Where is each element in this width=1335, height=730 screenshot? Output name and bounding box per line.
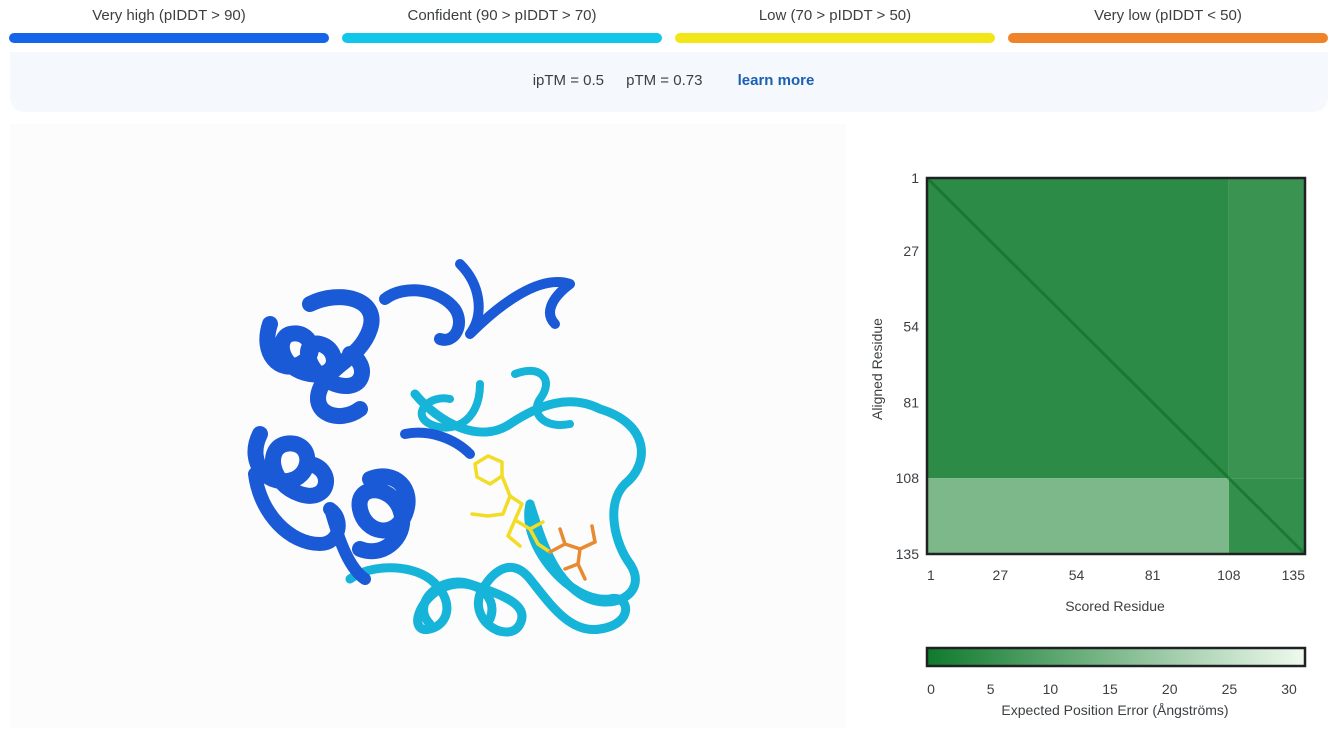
legend-swatch [1008, 33, 1328, 43]
y-axis-label: Aligned Residue [869, 318, 885, 420]
x-axis-ticks: 1 27 54 81 108 135 [927, 567, 1305, 583]
x-tick-label: 135 [1282, 567, 1306, 583]
legend-swatch [342, 33, 662, 43]
ptm-value: pTM = 0.73 [626, 72, 703, 89]
plddt-legend: Very high (pIDDT > 90) Confident (90 > p… [0, 0, 1335, 44]
legend-label: Low (70 > pIDDT > 50) [758, 7, 912, 24]
x-tick-label: 1 [927, 567, 935, 583]
phosphate-bond [558, 527, 567, 546]
legend-low: Low (70 > pIDDT > 50) [675, 0, 995, 43]
structure-viewer[interactable] [10, 124, 846, 728]
colorbar-label: Expected Position Error (Ångströms) [1001, 702, 1228, 718]
colorbar-tick-label: 25 [1222, 681, 1238, 697]
legend-very-high: Very high (pIDDT > 90) [9, 0, 329, 43]
y-tick-label: 108 [896, 470, 920, 486]
colorbar-tick-label: 20 [1162, 681, 1178, 697]
legend-label: Very high (pIDDT > 90) [92, 7, 246, 24]
pae-colorbar [925, 646, 1307, 668]
ligand-bond [473, 454, 504, 486]
y-tick-label: 1 [911, 170, 919, 186]
x-tick-label: 108 [1217, 567, 1241, 583]
legend-confident: Confident (90 > pIDDT > 70) [342, 0, 662, 43]
helix-segment [351, 468, 416, 560]
legend-swatch [9, 33, 329, 43]
x-axis-label: Scored Residue [1065, 598, 1165, 614]
colorbar-tick-label: 10 [1043, 681, 1059, 697]
colorbar-tick-label: 30 [1281, 681, 1297, 697]
helix-segment [379, 284, 465, 346]
phosphate-bond [576, 562, 587, 581]
protein-cartoon [247, 259, 646, 637]
colorbar-tick-label: 15 [1102, 681, 1118, 697]
learn-more-link[interactable]: learn more [738, 72, 815, 90]
x-tick-label: 81 [1145, 567, 1161, 583]
helix-segment [247, 426, 334, 504]
iptm-value: ipTM = 0.5 [532, 72, 604, 89]
helix-segment [455, 259, 575, 339]
x-tick-label: 27 [993, 567, 1009, 583]
legend-very-low: Very low (pIDDT < 50) [1008, 0, 1328, 43]
pae-block [927, 478, 1229, 554]
loop-segment [419, 499, 631, 637]
colorbar-tick-label: 0 [927, 681, 935, 697]
loop-segment [345, 563, 497, 634]
colorbar-tick-label: 5 [987, 681, 995, 697]
helix-segment [400, 427, 475, 459]
y-tick-label: 27 [903, 243, 919, 259]
pae-svg: 1 27 54 81 108 135 1 27 54 81 108 135 Scored Resid… [869, 170, 1307, 718]
legend-label: Very low (pIDDT < 50) [1094, 7, 1242, 24]
legend-label: Confident (90 > pIDDT > 70) [407, 7, 597, 24]
y-axis-ticks: 1 27 54 81 108 135 [896, 170, 920, 562]
x-tick-label: 54 [1069, 567, 1085, 583]
phosphate-bond [578, 524, 597, 551]
colorbar-ticks: 0 5 10 15 20 25 30 [927, 681, 1297, 697]
y-tick-label: 81 [903, 394, 919, 410]
confidence-metrics-panel: ipTM = 0.5 pTM = 0.73 learn more [10, 52, 1328, 112]
y-tick-label: 135 [896, 546, 920, 562]
pae-plot[interactable]: 1 27 54 81 108 135 1 27 54 81 108 135 Scored Resid… [860, 124, 1330, 728]
pae-block [1228, 178, 1305, 479]
y-tick-label: 54 [903, 319, 919, 335]
legend-swatch [675, 33, 995, 43]
